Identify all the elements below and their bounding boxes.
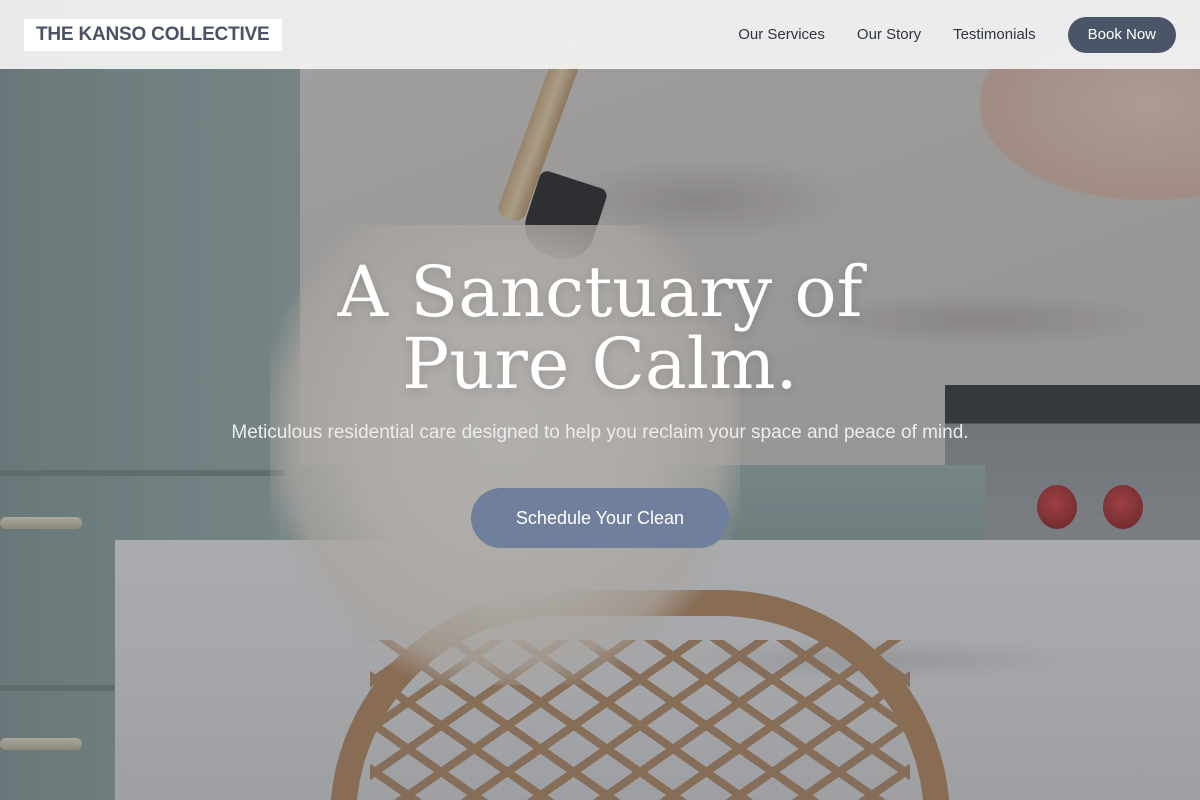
schedule-clean-button[interactable]: Schedule Your Clean [471, 488, 729, 548]
hero-section: A Sanctuary of Pure Calm. Meticulous res… [0, 0, 1200, 800]
nav-link-our-services[interactable]: Our Services [738, 26, 825, 43]
book-now-button[interactable]: Book Now [1067, 16, 1176, 53]
hero-headline-line2: Pure Calm. [402, 323, 798, 405]
site-logo[interactable]: THE KANSO COLLECTIVE [24, 18, 282, 51]
main-nav: Our Services Our Story Testimonials Book… [738, 16, 1176, 53]
hero-subheadline: Meticulous residential care designed to … [231, 422, 969, 443]
hero-headline-line1: A Sanctuary of [337, 251, 863, 333]
nav-link-testimonials[interactable]: Testimonials [953, 26, 1036, 43]
nav-link-our-story[interactable]: Our Story [857, 26, 921, 43]
site-header: THE KANSO COLLECTIVE Our Services Our St… [0, 0, 1200, 69]
